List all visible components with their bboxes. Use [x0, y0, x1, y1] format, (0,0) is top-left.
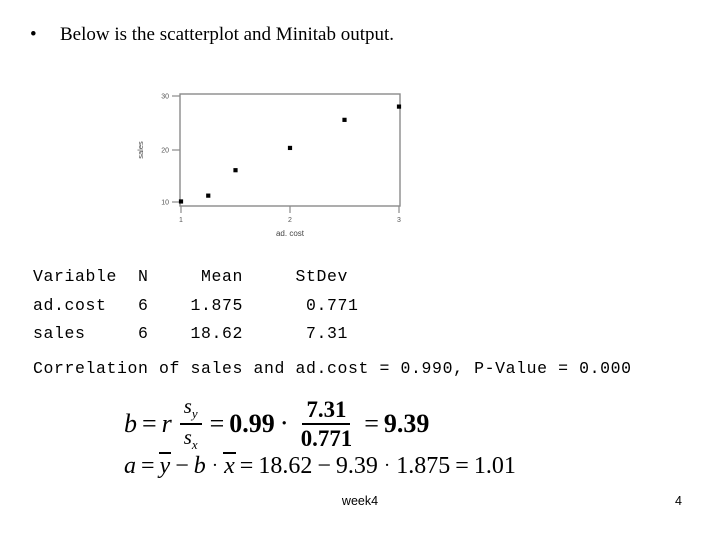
- eq-a-xmean: 1.875: [396, 452, 451, 479]
- eq-b-dot: ·: [280, 412, 288, 436]
- data-point: [287, 145, 293, 151]
- equation-intercept: a = y − b · x = 18.62 − 9.39 · 1.875 = 1…: [124, 452, 516, 480]
- data-point: [233, 168, 238, 173]
- eq-b-sy: s: [183, 395, 192, 418]
- x-axis-label: ad. cost: [276, 229, 305, 238]
- eq-b-sx: s: [183, 425, 192, 449]
- eq-b-numeric-fraction: 7.31 0.771: [297, 397, 356, 451]
- eq-a-ybar: y: [158, 452, 171, 479]
- x-tick-label: 2: [288, 217, 292, 224]
- data-point: [206, 193, 211, 198]
- eq-b-r: r: [161, 409, 172, 439]
- eq-a-minus-2: −: [317, 452, 331, 479]
- bullet-list-item: • Below is the scatterplot and Minitab o…: [30, 22, 394, 48]
- eq-a-b: b: [193, 452, 206, 479]
- equation-slope: b = r sy sx = 0.99 · 7.31 0.771 = 9.39: [124, 396, 429, 452]
- bullet-point-icon: •: [30, 24, 37, 45]
- eq-b-r-value: 0.99: [229, 409, 275, 439]
- scatterplot-svg: 30 20 10 sales 1 2 3 ad. cost: [136, 93, 402, 238]
- footer-label: week4: [341, 494, 379, 508]
- y-tick-label: 30: [161, 94, 169, 101]
- x-axis-ticks: [180, 206, 400, 213]
- y-axis-tick-labels: 30 20 10: [161, 94, 169, 207]
- eq-a-equals-1: =: [141, 452, 155, 479]
- minitab-correlation-output: Correlation of sales and ad.cost = 0.990…: [33, 359, 632, 378]
- x-axis-tick-labels: 1 2 3: [179, 217, 401, 224]
- eq-b-sy-sub: y: [191, 407, 198, 422]
- eq-b-frac-den: 0.771: [300, 425, 353, 451]
- footer-page-number: 4: [675, 494, 682, 508]
- x-tick-label: 1: [179, 217, 183, 224]
- eq-b-result: 9.39: [383, 409, 430, 439]
- eq-b-equals-3: =: [364, 409, 379, 439]
- data-point: [396, 104, 402, 109]
- data-point: [178, 199, 184, 204]
- eq-a-lhs: a: [124, 452, 136, 479]
- bullet-text: Below is the scatterplot and Minitab out…: [60, 24, 395, 45]
- scatterplot: 30 20 10 sales 1 2 3 ad. cost: [126, 80, 416, 240]
- slide-canvas: • Below is the scatterplot and Minitab o…: [0, 0, 720, 540]
- eq-b-lhs: b: [124, 409, 137, 439]
- data-point: [342, 117, 347, 122]
- y-tick-label: 20: [161, 148, 169, 155]
- eq-b-equals-1: =: [142, 409, 157, 439]
- y-tick-label: 10: [161, 200, 169, 207]
- eq-a-equals-2: =: [239, 452, 254, 479]
- y-axis-label: sales: [136, 141, 145, 159]
- eq-b-equals-2: =: [209, 409, 225, 439]
- eq-a-minus: −: [175, 452, 189, 479]
- minitab-statistics-table: Variable N Mean StDev ad.cost 6 1.875 0.…: [33, 267, 359, 343]
- eq-b-sx-sub: x: [191, 437, 198, 452]
- eq-a-equals-3: =: [455, 452, 469, 479]
- y-axis-ticks: [172, 95, 180, 203]
- eq-b-frac-num: 7.31: [302, 397, 351, 425]
- eq-a-ymean: 18.62: [258, 452, 313, 479]
- eq-a-result: 1.01: [473, 452, 516, 479]
- eq-a-dot: ·: [211, 455, 219, 476]
- x-tick-label: 3: [397, 217, 401, 224]
- eq-a-xbar: x: [223, 452, 236, 479]
- eq-a-dot-2: ·: [383, 455, 391, 476]
- eq-b-sy-over-sx: sy sx: [179, 395, 202, 452]
- eq-a-slope: 9.39: [335, 452, 378, 479]
